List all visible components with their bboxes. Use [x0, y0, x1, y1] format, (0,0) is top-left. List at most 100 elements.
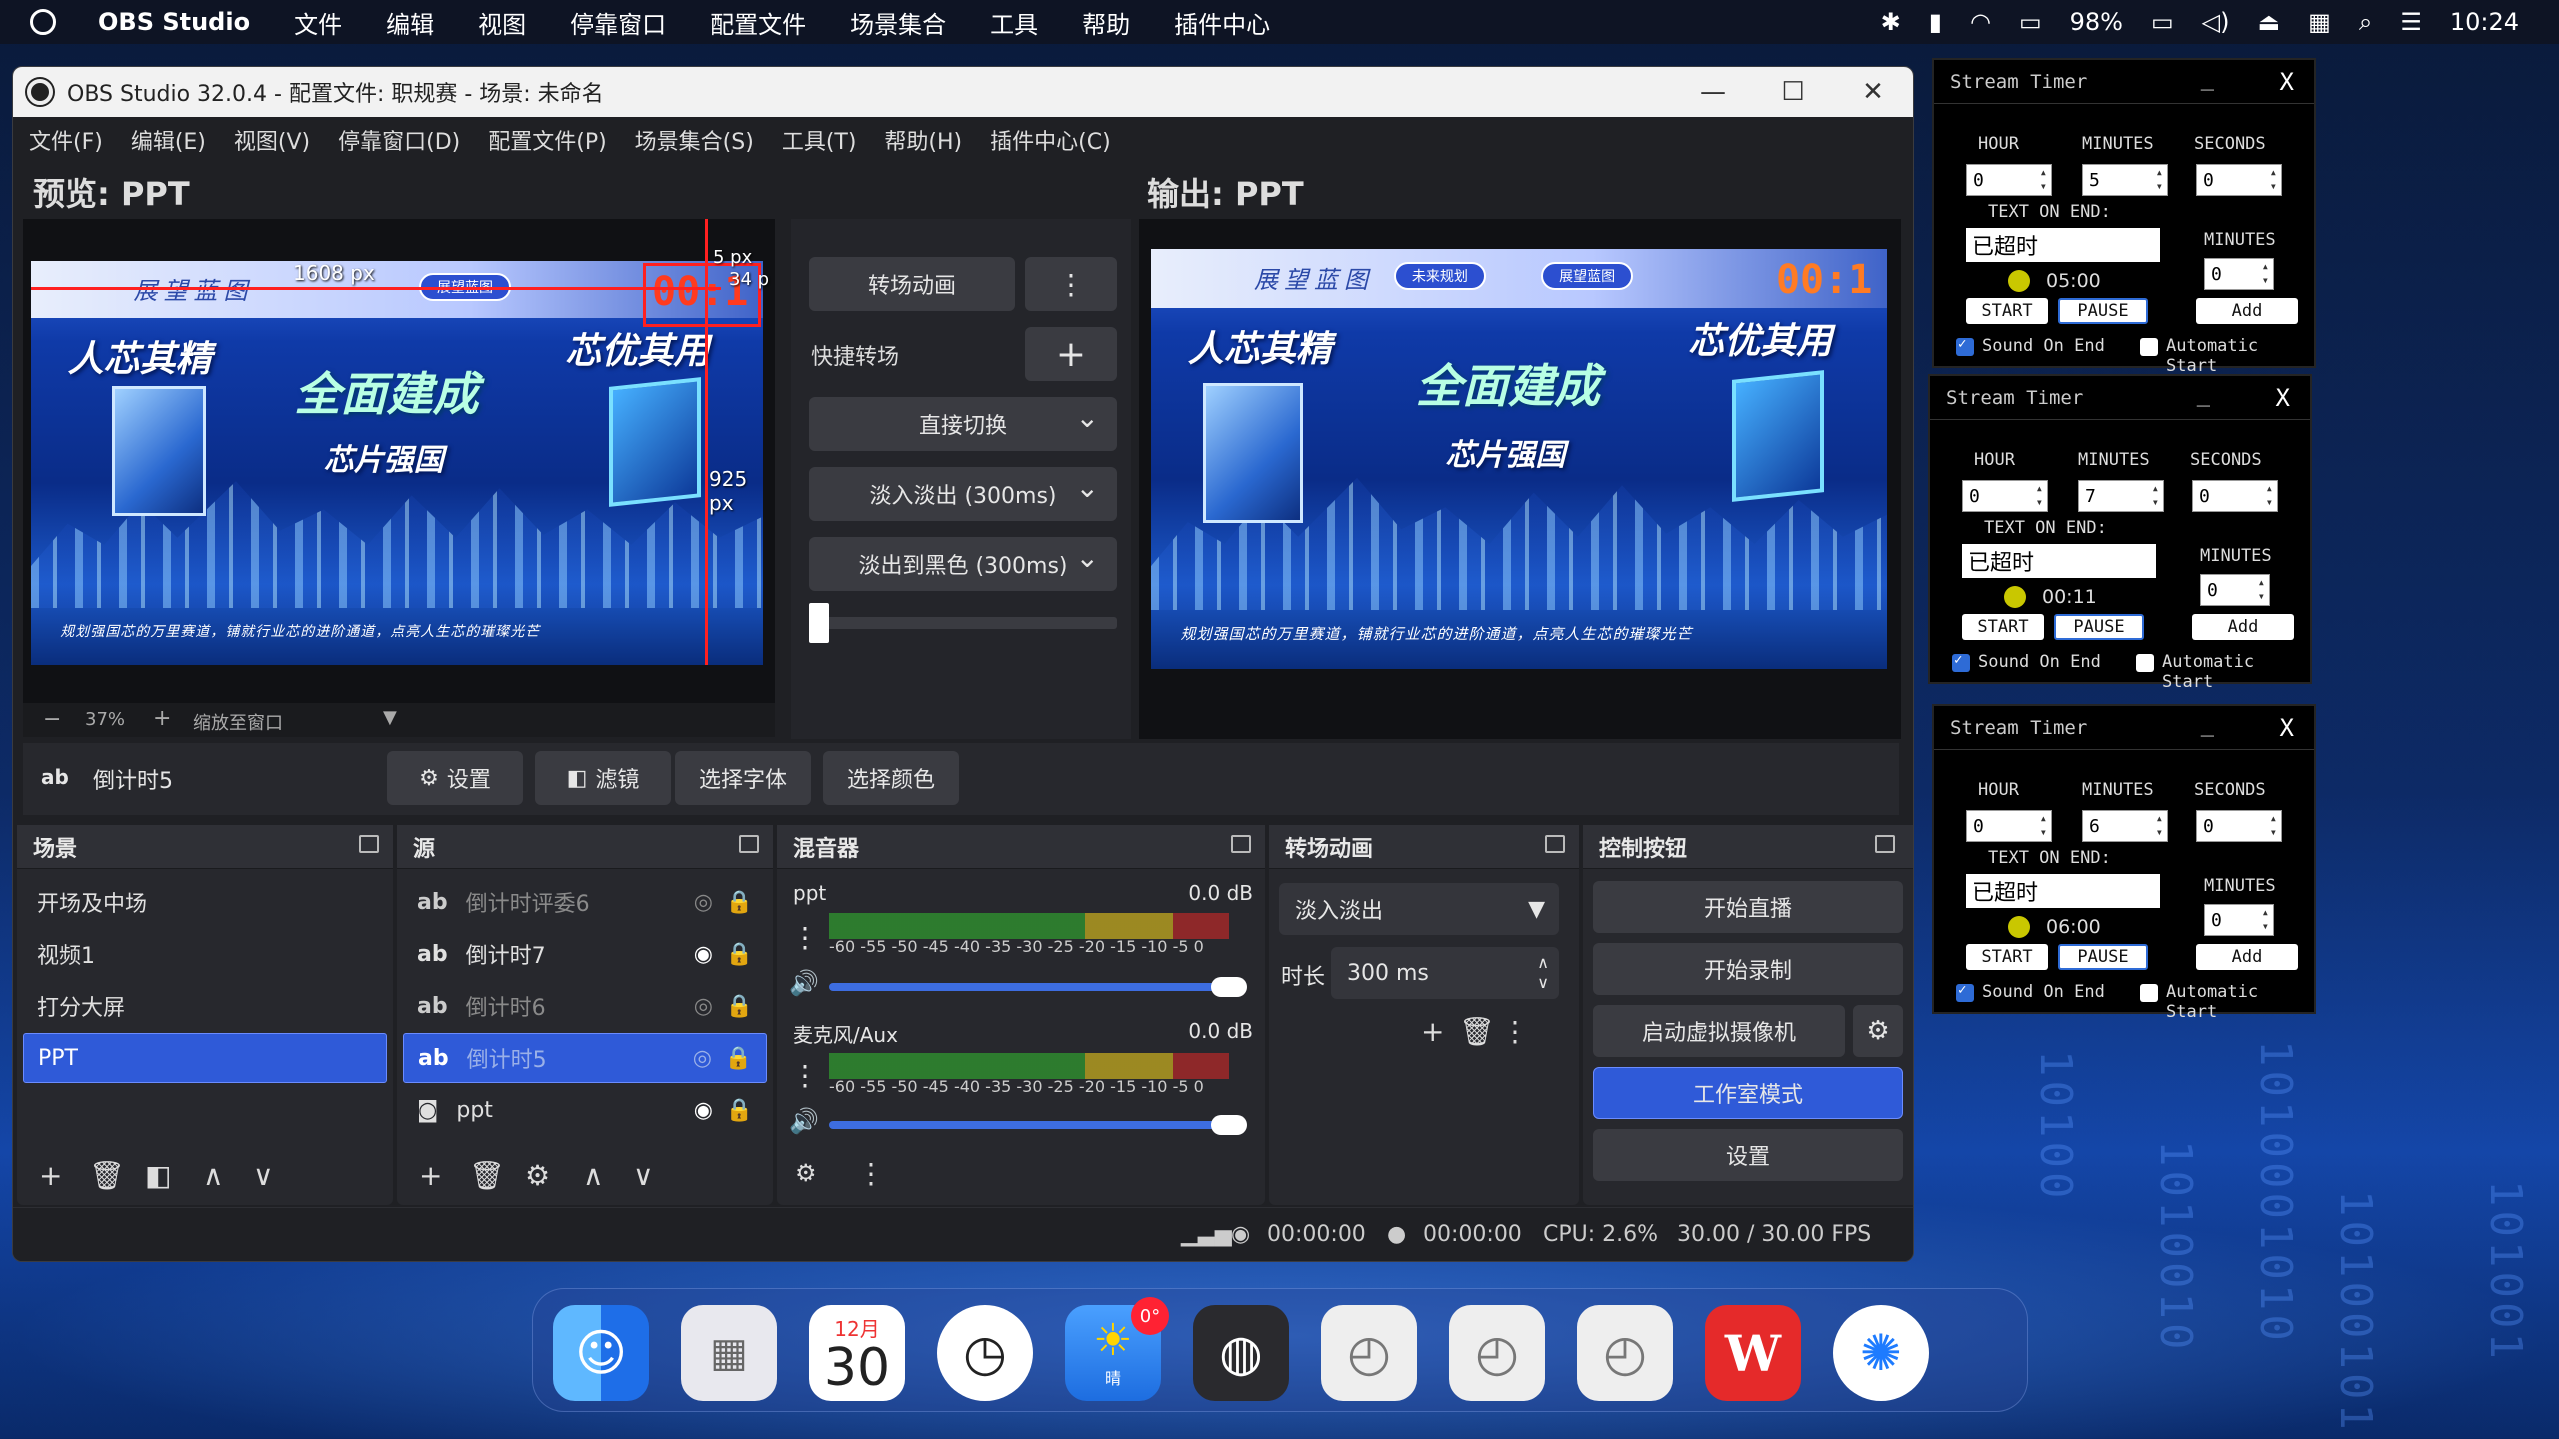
undock-icon[interactable] [739, 835, 759, 853]
quick-transition-fade[interactable]: 淡入淡出 (300ms) [809, 467, 1117, 521]
add-minutes-input[interactable]: 0 [2200, 574, 2270, 606]
menu-help[interactable]: 帮助(H) [884, 124, 962, 156]
pause-button[interactable]: PAUSE [2058, 944, 2148, 970]
menu-scene-collection[interactable]: 场景集合(S) [635, 124, 754, 156]
lock-icon[interactable]: 🔒 [725, 1046, 752, 1071]
menu-plugins[interactable]: 插件中心(C) [990, 124, 1111, 156]
sound-on-end-checkbox[interactable] [1956, 982, 1974, 1002]
move-source-up-icon[interactable]: ∧ [583, 1159, 604, 1192]
menu-edit[interactable]: 编辑(E) [131, 124, 206, 156]
move-source-down-icon[interactable]: ∨ [633, 1159, 654, 1192]
battery-percent[interactable]: 98% [2070, 8, 2123, 36]
menubar-item-profile[interactable]: 配置文件 [710, 5, 806, 40]
program-output-canvas[interactable]: 展望蓝图 未来规划 展望蓝图 00:1 人芯其精 全面建成 芯优其用 芯片强国 … [1139, 219, 1901, 739]
studio-mode-button[interactable]: 工作室模式 [1593, 1067, 1903, 1119]
remove-transition-icon[interactable]: 🗑 [1459, 1015, 1495, 1048]
start-button[interactable]: START [1966, 944, 2048, 970]
zoom-out-button[interactable]: − [43, 707, 61, 732]
move-scene-down-icon[interactable]: ∨ [253, 1159, 274, 1192]
advanced-audio-gear-icon[interactable]: ⚙ [795, 1159, 817, 1187]
source-settings-button[interactable]: ⚙ 设置 [387, 751, 523, 805]
add-quick-transition-icon[interactable]: + [1025, 327, 1117, 381]
stream-timer-titlebar[interactable]: Stream Timer _ X [1930, 376, 2310, 420]
timer-app-icon[interactable]: ◴ [1321, 1305, 1417, 1401]
move-scene-up-icon[interactable]: ∧ [203, 1159, 224, 1192]
timer-app-icon[interactable]: ◴ [1449, 1305, 1545, 1401]
scene-item[interactable]: 打分大屏 [23, 981, 387, 1031]
finder-icon[interactable]: ☺ [553, 1305, 649, 1401]
search-icon[interactable]: ⌕ [2359, 8, 2372, 36]
menubar-item-help[interactable]: 帮助 [1082, 5, 1130, 40]
volume-slider-track[interactable] [829, 983, 1229, 991]
zoom-mode-chevron-icon[interactable]: ▼ [383, 707, 397, 728]
lock-icon[interactable]: 🔒 [726, 890, 753, 915]
settings-button[interactable]: 设置 [1593, 1129, 1903, 1181]
input-method-icon[interactable]: ▦ [2308, 8, 2331, 36]
lock-icon[interactable]: 🔒 [726, 1098, 753, 1123]
clock[interactable]: 10:24 [2450, 8, 2519, 36]
transition-select[interactable]: 淡入淡出 ▼ [1279, 883, 1559, 935]
add-scene-icon[interactable]: + [39, 1159, 62, 1192]
menu-view[interactable]: 视图(V) [234, 124, 310, 156]
apple-logo-icon[interactable] [30, 9, 56, 35]
text-on-end-input[interactable]: 已超时 [1966, 874, 2160, 908]
close-icon[interactable]: X [2280, 68, 2294, 96]
launchpad-icon[interactable]: ▦ [681, 1305, 777, 1401]
add-button[interactable]: Add [2196, 298, 2298, 324]
menubar-item-tools[interactable]: 工具 [990, 5, 1038, 40]
undock-icon[interactable] [1875, 835, 1895, 853]
minimize-icon[interactable]: — [1673, 77, 1753, 107]
start-button[interactable]: START [1962, 614, 2044, 640]
minutes-input[interactable]: 6 [2082, 810, 2168, 842]
lock-icon[interactable]: 🔒 [726, 942, 753, 967]
speaker-icon[interactable]: 🔊 [789, 969, 819, 997]
pause-button[interactable]: PAUSE [2054, 614, 2144, 640]
sound-on-end-checkbox[interactable] [1952, 652, 1970, 672]
tbar-track[interactable] [809, 617, 1117, 629]
menu-profile[interactable]: 配置文件(P) [488, 124, 606, 156]
menu-file[interactable]: 文件(F) [29, 124, 103, 156]
lock-icon[interactable]: 🔒 [726, 994, 753, 1019]
weather-icon[interactable]: ☀ 晴 0° [1065, 1297, 1169, 1401]
wps-office-icon[interactable]: W [1705, 1305, 1801, 1401]
seconds-input[interactable]: 0 [2192, 480, 2278, 512]
source-properties-gear-icon[interactable]: ⚙ [525, 1159, 550, 1192]
transition-properties-icon[interactable]: ⋮ [1501, 1015, 1529, 1048]
minutes-input[interactable]: 7 [2078, 480, 2164, 512]
start-recording-button[interactable]: 开始录制 [1593, 943, 1903, 995]
automatic-start-checkbox[interactable] [2140, 338, 2158, 356]
remove-source-icon[interactable]: 🗑 [469, 1159, 505, 1192]
eye-icon[interactable]: ◉ [694, 1098, 713, 1123]
sound-on-end-checkbox[interactable] [1956, 336, 1974, 356]
menubar-item-plugins[interactable]: 插件中心 [1174, 5, 1270, 40]
menubar-app-name[interactable]: OBS Studio [98, 8, 250, 36]
duration-spinbox[interactable]: 300 ms ∧ ∨ [1331, 947, 1559, 999]
display-icon[interactable]: ▭ [2019, 8, 2042, 36]
hour-input[interactable]: 0 [1966, 810, 2052, 842]
calendar-icon[interactable]: 12月 30 [809, 1305, 905, 1401]
quick-transition-fade-black[interactable]: 淡出到黑色 (300ms) [809, 537, 1117, 591]
text-on-end-input[interactable]: 已超时 [1966, 228, 2160, 262]
scene-item-selected[interactable]: PPT [23, 1033, 387, 1083]
menubar-item-scene-collection[interactable]: 场景集合 [850, 5, 946, 40]
wifi-icon[interactable]: ◠ [1970, 8, 1991, 36]
automatic-start-checkbox[interactable] [2136, 654, 2154, 672]
eject-icon[interactable]: ⏏ [2257, 8, 2280, 36]
minimize-icon[interactable]: _ [2201, 712, 2214, 737]
menu-tools[interactable]: 工具(T) [782, 124, 857, 156]
menubar-item-file[interactable]: 文件 [294, 5, 342, 40]
seconds-input[interactable]: 0 [2196, 810, 2282, 842]
add-minutes-input[interactable]: 0 [2204, 904, 2274, 936]
source-item-selected[interactable]: ab 倒计时5 ◎ 🔒 [403, 1033, 767, 1083]
seconds-input[interactable]: 0 [2196, 164, 2282, 196]
add-button[interactable]: Add [2192, 614, 2294, 640]
channel-menu-icon[interactable]: ⋮ [791, 1059, 819, 1092]
mixer-menu-icon[interactable]: ⋮ [857, 1157, 885, 1190]
source-item[interactable]: ab 倒计时7 ◉ 🔒 [403, 929, 767, 979]
undock-icon[interactable] [1231, 835, 1251, 853]
select-font-button[interactable]: 选择字体 [675, 751, 811, 805]
preview-canvas[interactable]: 展望蓝图 展望蓝图 00:1 人芯其精 全面建成 芯优其用 芯片强国 规划强国芯… [23, 219, 775, 703]
stream-timer-titlebar[interactable]: Stream Timer _ X [1934, 60, 2314, 104]
window-titlebar[interactable]: OBS Studio 32.0.4 - 配置文件: 职规赛 - 场景: 未命名 … [13, 67, 1913, 117]
pause-button[interactable]: PAUSE [2058, 298, 2148, 324]
